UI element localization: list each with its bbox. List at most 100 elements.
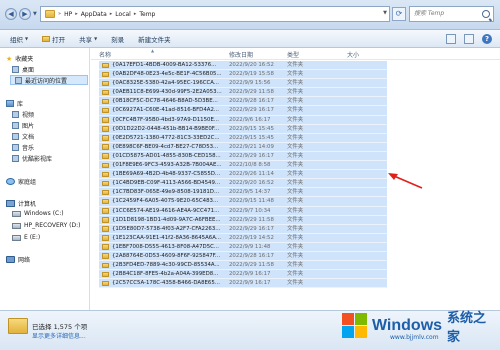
nav-drive-c[interactable]: Windows (C:) [12,210,64,217]
nav-computer[interactable]: 计算机 [6,199,36,208]
table-row[interactable]: {01F8E9E6-9FC3-4593-A32B-7B004AE... 2022/… [99,161,387,171]
table-row[interactable]: {0D1D22D2-0448-451b-BB14-B9BE0F... 2022/9… [99,124,387,134]
table-row[interactable]: {0CFC4B7F-95B0-4bd3-97A9-D1150E... 2022/9… [99,115,387,125]
forward-arrow-icon[interactable]: ▶ [19,8,31,20]
file-name: {0A17EFD1-4BDB-4009-BA12-53376... [112,62,217,68]
nav-video-library[interactable]: 优酷影视库 [12,154,52,163]
file-date: 2022/9/15 15:45 [229,125,274,132]
nav-drive-recovery[interactable]: HP_RECOVERY (D:) [12,222,80,229]
column-header-name[interactable]: 名称 [99,50,111,59]
share-button[interactable]: 共享 ▼ [79,34,97,44]
table-row[interactable]: {2B84C18F-8FE5-4b2a-A04A-399ED8... 2022/9… [99,270,387,280]
folder-icon [102,226,109,232]
preview-pane-icon[interactable] [464,34,474,44]
table-row[interactable]: {01CD5875-AD01-4855-830B-CED158... 2022/9… [99,151,387,162]
table-row[interactable]: {1D1D8198-1BD1-4d09-9A7C-A6FBEE... 2022/9… [99,215,387,225]
column-header-size[interactable]: 大小 [347,50,359,59]
nav-music[interactable]: 音乐 [12,143,34,152]
table-row[interactable]: {1C2459F4-6A05-4075-9E20-65C483... 2022/9… [99,197,387,207]
breadcrumb-separator-icon: » [58,11,62,17]
nav-videos-label: 视频 [22,112,35,119]
nav-libraries[interactable]: 库 [6,99,23,108]
nav-documents[interactable]: 文档 [12,132,34,141]
file-date: 2022/9/9 16:17 [229,280,271,287]
file-type: 文件夹 [287,125,304,132]
organize-button[interactable]: 组织 ▼ [10,34,28,44]
help-icon[interactable]: ? [482,34,492,44]
folder-icon [102,244,109,250]
breadcrumb-local[interactable]: Local [115,11,131,18]
table-row[interactable]: {0A17EFD1-4BDB-4009-BA12-53376... 2022/9/… [99,61,387,71]
table-row[interactable]: {2A88764E-0D53-4609-8F6F-925847F... 2022/… [99,251,387,262]
nav-recent-places[interactable]: 最近访问的位置 [10,75,88,85]
file-type: 文件夹 [287,80,304,87]
table-row[interactable]: {1D5E80D7-5738-4f03-A2F7-CFA2263... 2022/… [99,224,387,234]
file-date: 2022/9/15 15:45 [229,134,274,141]
table-row[interactable]: {1CC6E574-AE19-4616-AE4A-9CC471... 2022/9… [99,206,387,216]
folder-icon [102,98,109,105]
nav-pictures[interactable]: 图片 [12,121,34,130]
chevron-down-icon: ▼ [94,36,98,41]
file-name: {2A88764E-0D53-4609-8F6F-925847F... [112,252,221,259]
open-button[interactable]: 打开 [42,34,65,44]
nav-pictures-label: 图片 [22,123,35,130]
column-header-date[interactable]: 修改日期 [229,50,253,59]
nav-desktop[interactable]: 桌面 [12,65,34,74]
burn-button[interactable]: 刻录 [111,34,124,44]
address-bar[interactable]: » HP ▸ AppData ▸ Local ▸ Temp ▼ [40,6,390,22]
table-row[interactable]: {1EBF7008-D555-4613-8F08-A47D5C... 2022/9… [99,242,387,252]
address-dropdown-chevron-icon[interactable]: ▼ [383,10,387,16]
drive-icon [12,222,21,229]
table-row[interactable]: {0C6927A1-C60E-41ad-8516-BFD4A2... 2022/9… [99,106,387,116]
file-name: {2B84C18F-8FE5-4b2a-A04A-399ED8... [112,271,219,278]
show-more-details-link[interactable]: 显示更多详细信息... [32,331,86,340]
table-row[interactable]: {0E898C6F-BE09-4cd7-BE27-C78D53... 2022/9… [99,142,387,152]
column-header-type[interactable]: 类型 [287,50,299,59]
table-row[interactable]: {1BE69A69-4B2D-4b48-9337-C5855D... 2022/9… [99,170,387,180]
file-type: 文件夹 [287,243,304,250]
open-label: 打开 [52,35,66,44]
refresh-button[interactable]: ⟳ [392,7,406,21]
selection-count: 已选择 1,575 个项 [32,323,88,331]
file-name: {01CD5875-AD01-4855-830B-CED158... [112,152,221,159]
table-row[interactable]: {0E2D5721-1380-4772-81C3-33ED2C... 2022/9… [99,133,387,143]
nav-video-library-label: 优酷影视库 [22,156,53,163]
file-name: {0C6927A1-C60E-41ad-8516-BFD4A2... [112,107,220,114]
drive-icon [12,234,21,241]
file-type: 文件夹 [287,180,304,187]
file-name: {0B18CF5C-DC78-4646-B8AD-5D3BE... [112,98,218,105]
nav-videos[interactable]: 视频 [12,110,34,119]
table-row[interactable]: {2B3FD4ED-7889-4c30-99CD-85534A... 2022/9… [99,261,387,271]
table-row[interactable]: {1E123CAA-91E1-41f2-8A36-8645A6A... 2022/… [99,233,387,243]
back-arrow-icon[interactable]: ◀ [5,8,17,20]
nav-favorites[interactable]: ★ 收藏夹 [6,54,33,64]
table-row[interactable]: {0AC8325E-5380-42a4-95EC-196CCA... 2022/9… [99,79,387,89]
folder-icon [102,253,109,259]
file-type: 文件夹 [287,152,304,159]
table-row[interactable]: {0AB2DF48-0E23-4e5c-BE1F-4C56B05... 2022/… [99,70,387,80]
breadcrumb-temp[interactable]: Temp [139,11,155,18]
folder-icon [102,271,109,278]
folder-icon [102,62,109,68]
nav-network[interactable]: 网络 [6,255,30,264]
new-folder-button[interactable]: 新建文件夹 [138,34,171,44]
table-row[interactable]: {2C57CC5A-178C-4358-B466-DA8E65... 2022/9… [99,279,387,289]
folder-icon [102,126,109,132]
search-icon[interactable] [482,10,490,18]
search-input[interactable]: 搜索 Temp [409,6,494,22]
breadcrumb-appdata[interactable]: AppData [81,11,107,18]
folder-icon [102,262,109,269]
file-date: 2022/9/28 16:17 [229,252,274,259]
organize-label: 组织 [10,35,23,44]
file-date: 2022/9/26 11:14 [229,171,274,178]
table-row[interactable]: {0B18CF5C-DC78-4646-B8AD-5D3BE... 2022/9/… [99,97,387,107]
folder-icon [102,89,109,96]
recent-pages-chevron-icon[interactable]: ▼ [33,11,37,17]
nav-homegroup[interactable]: 家庭组 [6,177,36,186]
table-row[interactable]: {1C7BD83F-065E-49e9-8508-19181D... 2022/9… [99,188,387,198]
view-options-icon[interactable] [446,34,456,44]
table-row[interactable]: {1C4BD9EB-C09F-4113-A566-BD4549... 2022/9… [99,179,387,189]
breadcrumb-hp[interactable]: HP [64,11,72,18]
nav-drive-e[interactable]: E (E:) [12,234,40,241]
table-row[interactable]: {0AEB11C8-E699-430d-99F5-2E2A053... 2022/… [99,88,387,98]
